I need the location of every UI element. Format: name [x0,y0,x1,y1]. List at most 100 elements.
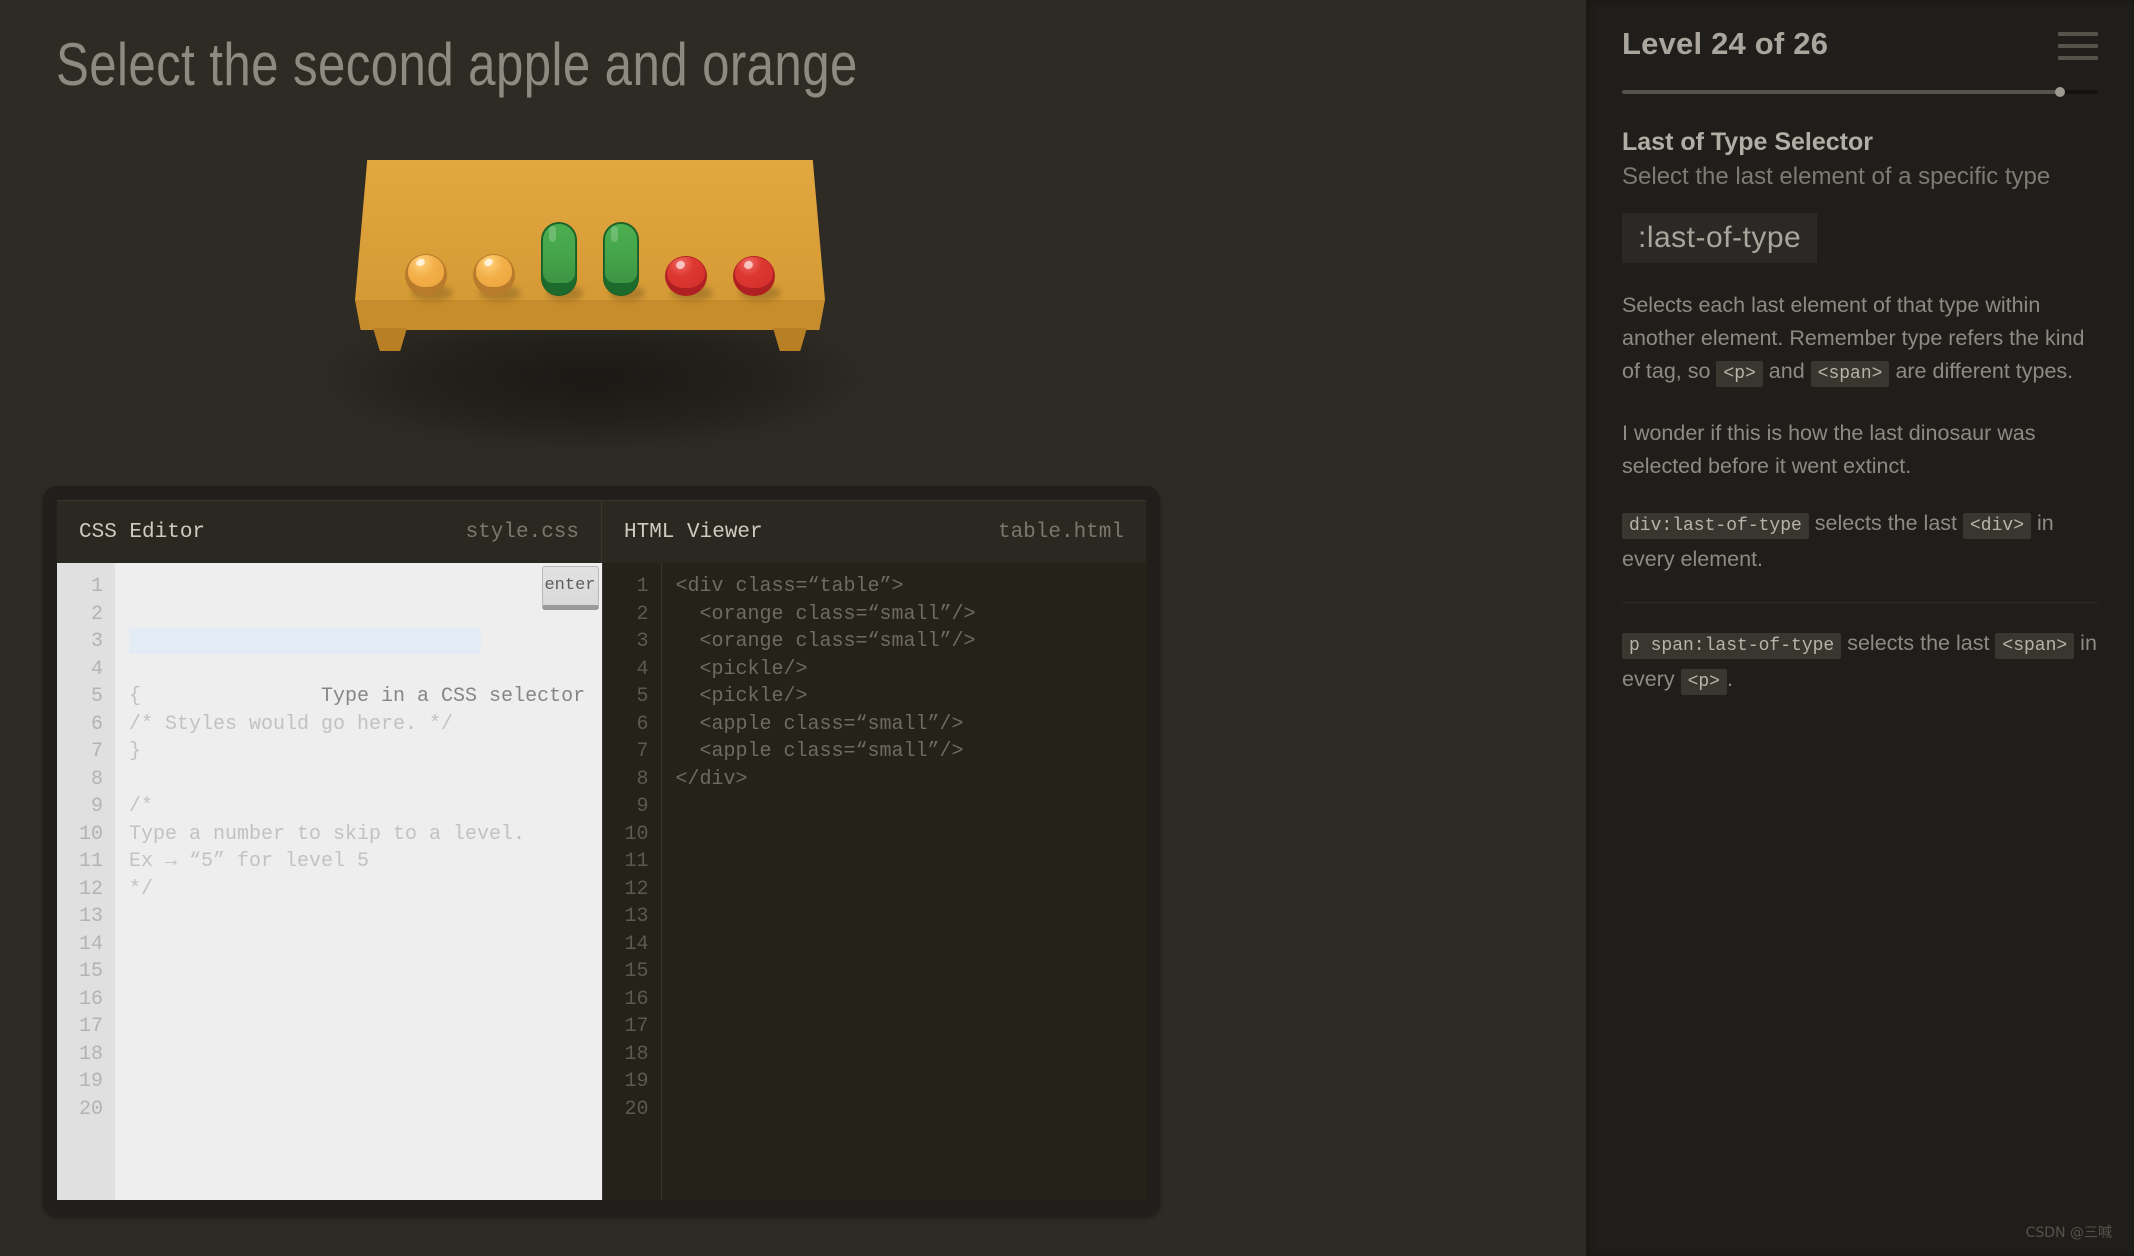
line-number: 2 [90,602,103,626]
apple-body [665,256,707,296]
line-number: 8 [636,767,649,791]
line-number: 1 [90,575,103,598]
css-selector-input-highlight [129,628,481,654]
line-number: 18 [78,1042,103,1066]
line-number: 3 [636,630,649,653]
help-divider [1622,602,2098,603]
line-number: 9 [90,795,103,818]
help-ex2-selector: p span:last-of-type [1622,633,1842,659]
help-ex2-code-p: <p> [1680,669,1727,695]
line-number: 6 [90,712,103,736]
help-ex2-text-c: . [1726,667,1733,691]
css-line-numbers: 1 2 3 4 5 6 7 8 9 10 11 12 13 14 15 16 17 18 19 20 [57,563,115,1200]
line-number: 14 [624,932,649,956]
css-file-name: style.css [465,520,579,544]
html-file-name: table.html [997,520,1124,544]
pickle-item-2[interactable] [603,222,645,301]
help-ex1-selector: div:last-of-type [1622,513,1809,539]
sidebar-header: Level 24 of 26 [1586,0,2134,97]
help-ex2-code-span: <span> [1995,633,2075,659]
line-number: 17 [624,1015,649,1038]
apple-item-1[interactable] [665,256,713,301]
hamburger-bar [2058,56,2098,60]
line-number: 2 [636,602,649,626]
line-number: 5 [636,685,649,708]
food-items [355,186,825,302]
tab-css-editor[interactable]: CSS Editor style.css [57,501,601,563]
help-selector-name: :last-of-type [1622,213,1818,263]
level-progress-bar[interactable] [1622,87,2098,97]
help-p1-code-span: <span> [1810,361,1890,387]
pickle-highlight [610,226,618,243]
help-p1-text-b: and [1762,359,1811,383]
line-number: 13 [78,905,103,928]
pickle-body [603,222,639,296]
line-number: 8 [90,767,103,791]
line-number: 19 [78,1070,103,1093]
help-example-1: div:last-of-type selects the last <div> … [1622,507,2098,576]
line-number: 14 [78,932,103,956]
apple-item-2[interactable] [733,256,781,301]
line-number: 1 [636,575,649,598]
pickle-body [541,222,577,296]
editor-tabs: CSS Editor style.css HTML Viewer table.h… [57,500,1146,563]
editor-panes: 1 2 3 4 5 6 7 8 9 10 11 12 13 14 15 16 17 18 19 20 Type in … [57,563,1147,1200]
watermark: CSDN @三喊 [2025,1225,2112,1241]
line-number: 7 [90,740,103,763]
help-ex1-code-div: <div> [1962,513,2031,539]
help-title: Last of Type Selector [1622,128,1873,156]
table-leg-right [773,328,807,351]
game-area: Select the second apple and orange CSS E… [0,0,1586,1256]
wooden-table [355,160,825,360]
help-paragraph-2: I wonder if this is how the last dinosau… [1622,421,2036,478]
css-selector-input[interactable]: Type in a CSS selector [321,685,585,708]
help-sidebar: Level 24 of 26 Last of Type Selector Sel… [1586,0,2134,1256]
html-viewer-title: HTML Viewer [624,520,763,544]
apple-body [733,256,775,296]
hamburger-bar [2058,44,2098,48]
orange-item-1[interactable] [405,254,453,301]
css-editor-title: CSS Editor [79,520,206,544]
help-p1-code-p: <p> [1716,361,1763,387]
help-content: Last of Type Selector Select the last el… [1586,128,2134,699]
orange-item-2[interactable] [473,254,521,301]
line-number: 15 [78,960,103,983]
line-number: 17 [78,1015,103,1038]
html-code-area: <div class=“table”> <orange class=“small… [675,575,976,791]
help-p1-text-c: are different types. [1889,359,2074,383]
css-selector-input-line[interactable]: Type in a CSS selector [129,628,602,708]
help-example-2: p span:last-of-type selects the last <sp… [1622,627,2098,699]
hamburger-bar [2058,32,2098,36]
css-diner-app: Select the second apple and orange CSS E… [0,0,2134,1256]
line-number: 7 [636,740,649,763]
html-viewer-pane: 1 2 3 4 5 6 7 8 9 10 11 12 13 14 15 16 17 18 19 20 <div cla… [601,563,1147,1200]
pickle-highlight [548,226,556,243]
line-number: 19 [624,1070,649,1093]
level-progress-dot [2054,87,2065,97]
line-number: 20 [624,1097,649,1121]
line-number: 18 [624,1042,649,1066]
line-number: 15 [624,960,649,983]
pickle-item-1[interactable] [541,222,583,301]
css-code-area[interactable]: Type in a CSS selector { /* Styles would… [115,563,602,1200]
orange-body [405,254,447,296]
line-number: 20 [78,1097,103,1121]
enter-button[interactable]: enter [541,566,599,610]
line-number: 16 [78,987,103,1011]
line-number: 10 [624,822,649,846]
editor-panel: CSS Editor style.css HTML Viewer table.h… [43,486,1160,1216]
css-editor-pane: 1 2 3 4 5 6 7 8 9 10 11 12 13 14 15 16 17 18 19 20 Type in … [57,563,602,1200]
order-text: Select the second apple and orange [56,31,858,98]
orange-body [473,254,515,296]
table-leg-left [373,328,407,351]
line-number: 4 [636,657,649,681]
line-number: 12 [78,877,103,901]
tab-html-viewer[interactable]: HTML Viewer table.html [601,501,1146,563]
editor-inner: CSS Editor style.css HTML Viewer table.h… [57,500,1147,1200]
line-number: 5 [90,685,103,708]
html-line-numbers: 1 2 3 4 5 6 7 8 9 10 11 12 13 14 15 16 17 18 19 20 [602,563,662,1200]
hamburger-icon[interactable] [2058,26,2098,68]
level-progress-fill [1622,90,2060,94]
line-number: 16 [624,987,649,1011]
line-number: 11 [624,850,649,873]
